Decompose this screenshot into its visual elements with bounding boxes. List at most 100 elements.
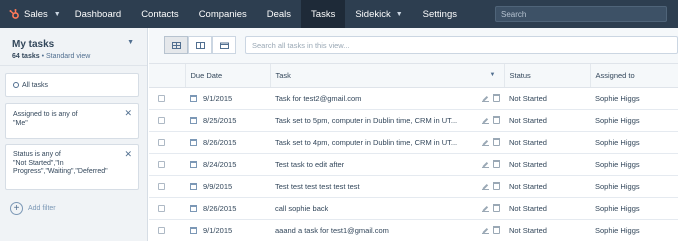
edit-icon[interactable] xyxy=(482,204,489,212)
global-search-input[interactable] xyxy=(495,6,667,22)
add-filter-button[interactable]: + Add filter xyxy=(10,202,56,215)
trash-icon[interactable] xyxy=(493,93,500,102)
status-cell: Not Started xyxy=(504,131,590,154)
row-select-cell xyxy=(149,197,185,220)
row-checkbox[interactable] xyxy=(158,117,165,125)
row-actions xyxy=(482,115,500,124)
filter-text: Assigned to is any of "Me" xyxy=(13,111,78,127)
row-actions xyxy=(482,159,500,168)
nav-item-label: Tasks xyxy=(311,8,336,20)
trash-icon[interactable] xyxy=(493,137,500,146)
remove-filter-icon[interactable]: ✕ xyxy=(124,150,132,159)
column-header-due-date[interactable]: Due Date xyxy=(185,64,271,88)
task-title-link[interactable]: Test test test test test test xyxy=(275,182,360,191)
row-checkbox[interactable] xyxy=(158,95,165,103)
due-date-cell: 8/24/2015 xyxy=(185,153,270,176)
row-checkbox[interactable] xyxy=(158,227,165,235)
row-checkbox[interactable] xyxy=(158,183,165,191)
row-select-cell xyxy=(149,153,185,176)
all-tasks-label: All tasks xyxy=(22,81,49,89)
nav-item-dashboard[interactable]: Dashboard xyxy=(65,0,131,28)
nav-item-settings[interactable]: Settings xyxy=(413,0,467,28)
filter-sidebar: My tasks ▼ 64 tasks • Standard view All … xyxy=(0,28,148,241)
task-cell: Task set to 4pm, computer in Dublin time… xyxy=(270,131,504,154)
trash-icon[interactable] xyxy=(493,181,500,190)
edit-icon[interactable] xyxy=(482,94,489,102)
row-checkbox[interactable] xyxy=(158,139,165,147)
task-cell: Task for test2@gmail.com xyxy=(270,87,504,110)
task-title-link[interactable]: Test task to edit after xyxy=(275,160,344,169)
assigned-to-cell: Sophie Higgs xyxy=(590,219,678,241)
table-row[interactable]: 8/24/2015 Test task to edit after Not Star… xyxy=(149,153,678,176)
filter-card-status[interactable]: Status is any of "Not Started","In Progr… xyxy=(5,144,139,190)
task-title-link[interactable]: aaand a task for test1@gmail.com xyxy=(275,226,389,235)
nav-item-label: Companies xyxy=(198,8,247,20)
filter-text: Status is any of "Not Started","In Progr… xyxy=(13,151,108,175)
task-cell: Task set to 5pm, computer in Dublin time… xyxy=(270,109,504,132)
due-date: 8/26/2015 xyxy=(203,203,237,213)
due-date: 9/9/2015 xyxy=(203,181,233,191)
board-view-button[interactable] xyxy=(188,36,212,54)
view-selector[interactable]: My tasks ▼ 64 tasks • Standard view xyxy=(0,28,147,66)
nav-item-tasks[interactable]: Tasks xyxy=(301,0,346,28)
task-cell: aaand a task for test1@gmail.com xyxy=(270,219,504,241)
due-date-cell: 8/26/2015 xyxy=(185,197,270,220)
row-actions xyxy=(482,137,500,146)
remove-filter-icon[interactable]: ✕ xyxy=(124,109,132,118)
nav-item-label: Contacts xyxy=(141,8,179,20)
status-cell: Not Started xyxy=(504,87,590,110)
calendar-icon xyxy=(190,183,197,191)
nav-item-label: Dashboard xyxy=(74,8,122,20)
trash-icon[interactable] xyxy=(493,115,500,124)
sort-chevron-icon[interactable]: ▼ xyxy=(490,72,496,78)
chevron-down-icon: ▼ xyxy=(53,10,61,18)
column-header-task[interactable]: Task ▼ xyxy=(270,64,505,88)
plus-icon: + xyxy=(10,202,23,215)
due-date: 8/26/2015 xyxy=(203,137,237,147)
filter-card-assigned[interactable]: Assigned to is any of "Me" ✕ xyxy=(5,103,139,139)
trash-icon[interactable] xyxy=(493,203,500,212)
trash-icon[interactable] xyxy=(493,225,500,234)
column-header-status[interactable]: Status xyxy=(504,64,591,88)
sprocket-logo-icon xyxy=(9,8,20,20)
table-row[interactable]: 9/1/2015 aaand a task for test1@gmail.com… xyxy=(149,219,678,241)
task-search-input[interactable] xyxy=(245,36,678,54)
edit-icon[interactable] xyxy=(482,138,489,146)
task-title-link[interactable]: Task set to 5pm, computer in Dublin time… xyxy=(275,116,457,125)
column-header-assigned-to[interactable]: Assigned to xyxy=(590,64,678,88)
table-row[interactable]: 9/1/2015 Task for test2@gmail.com Not Star… xyxy=(149,87,678,110)
nav-item-contacts[interactable]: Contacts xyxy=(131,0,189,28)
row-select-cell xyxy=(149,131,185,154)
row-select-cell xyxy=(149,175,185,198)
row-select-cell xyxy=(149,87,185,110)
nav-item-sidekick[interactable]: Sidekick ▼ xyxy=(345,0,412,28)
calendar-icon xyxy=(190,227,197,235)
edit-icon[interactable] xyxy=(482,160,489,168)
brand-menu[interactable]: Sales ▼ xyxy=(0,0,65,28)
due-date: 9/1/2015 xyxy=(203,225,233,235)
row-checkbox[interactable] xyxy=(158,161,165,169)
nav-item-deals[interactable]: Deals xyxy=(257,0,301,28)
trash-icon[interactable] xyxy=(493,159,500,168)
nav-item-label: Deals xyxy=(266,8,292,20)
table-row[interactable]: 9/9/2015 Test test test test test test Not… xyxy=(149,175,678,198)
assigned-to-cell: Sophie Higgs xyxy=(590,197,678,220)
table-view-button[interactable] xyxy=(164,36,188,54)
task-title-link[interactable]: Task for test2@gmail.com xyxy=(275,94,361,103)
row-checkbox[interactable] xyxy=(158,205,165,213)
row-actions xyxy=(482,93,500,102)
chevron-down-icon[interactable]: ▼ xyxy=(127,39,134,46)
calendar-view-button[interactable] xyxy=(212,36,236,54)
edit-icon[interactable] xyxy=(482,116,489,124)
task-title-link[interactable]: Task set to 4pm, computer in Dublin time… xyxy=(275,138,457,147)
nav-item-companies[interactable]: Companies xyxy=(189,0,257,28)
table-row[interactable]: 8/25/2015 Task set to 5pm, computer in Du… xyxy=(149,109,678,132)
table-row[interactable]: 8/26/2015 call sophie back Not Started Soph… xyxy=(149,197,678,220)
task-title-link[interactable]: call sophie back xyxy=(275,204,328,213)
table-header: Due Date Task ▼ Status Assigned to xyxy=(149,64,678,88)
edit-icon[interactable] xyxy=(482,182,489,190)
edit-icon[interactable] xyxy=(482,226,489,234)
table-row[interactable]: 8/26/2015 Task set to 4pm, computer in Du… xyxy=(149,131,678,154)
add-filter-label: Add filter xyxy=(28,205,56,212)
all-tasks-filter[interactable]: All tasks xyxy=(5,73,139,97)
